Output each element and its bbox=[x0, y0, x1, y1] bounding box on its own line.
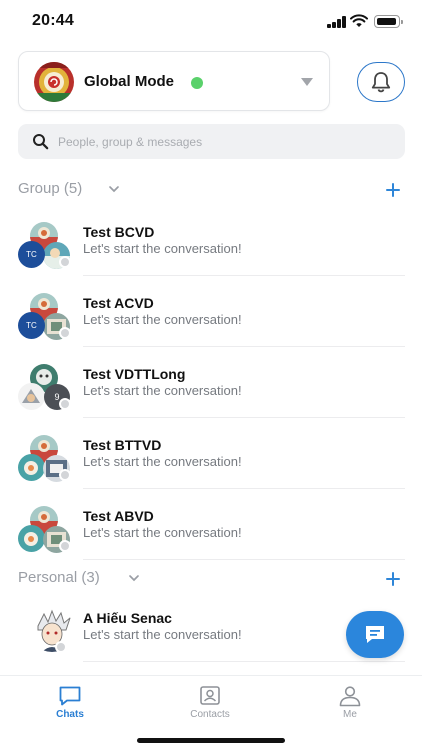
message-icon bbox=[366, 626, 384, 643]
personal-section-title: Personal (3) bbox=[18, 569, 100, 586]
group-avatar bbox=[18, 506, 76, 558]
row-divider bbox=[83, 661, 405, 662]
member-photo-icon bbox=[18, 383, 45, 410]
chat-row[interactable]: Test ABVD Let's start the conversation! bbox=[0, 502, 422, 573]
status-bar: 20:44 bbox=[0, 0, 422, 44]
tab-contacts[interactable]: Contacts bbox=[140, 676, 280, 726]
person-icon bbox=[339, 686, 361, 707]
chat-row[interactable]: TC Test ACVD Let's start the conversatio… bbox=[0, 289, 422, 360]
user-avatar bbox=[18, 608, 76, 660]
chat-row[interactable]: Test BTTVD Let's start the conversation! bbox=[0, 431, 422, 502]
search-input[interactable] bbox=[58, 124, 388, 159]
mode-selector[interactable]: Global Mode bbox=[18, 51, 330, 111]
status-time: 20:44 bbox=[32, 12, 74, 29]
online-status-dot bbox=[191, 77, 203, 89]
member-initials: TC bbox=[18, 312, 45, 339]
group-avatar: TC bbox=[18, 222, 76, 274]
chat-row[interactable]: 9 Test VDTTLong Let's start the conversa… bbox=[0, 360, 422, 431]
member-photo-icon bbox=[18, 525, 45, 552]
member-photo-icon bbox=[18, 454, 45, 481]
chat-name: Test VDTTLong bbox=[83, 366, 186, 382]
tab-chats[interactable]: Chats bbox=[0, 676, 140, 726]
presence-dot bbox=[59, 327, 71, 339]
group-avatar: TC bbox=[18, 293, 76, 345]
personal-section-header[interactable]: Personal (3) bbox=[18, 567, 405, 591]
chat-preview: Let's start the conversation! bbox=[83, 525, 242, 540]
row-divider bbox=[83, 417, 405, 418]
row-divider bbox=[83, 275, 405, 276]
chat-name: Test ABVD bbox=[83, 508, 154, 524]
workspace-logo-icon bbox=[34, 62, 74, 102]
chat-name: Test BCVD bbox=[83, 224, 155, 240]
presence-dot bbox=[59, 540, 71, 552]
group-section-title: Group (5) bbox=[18, 180, 83, 197]
chat-preview: Let's start the conversation! bbox=[83, 241, 242, 256]
chevron-down-icon[interactable] bbox=[108, 183, 120, 195]
chat-name: Test ACVD bbox=[83, 295, 154, 311]
user-photo-icon bbox=[30, 608, 74, 652]
tab-label: Contacts bbox=[190, 709, 230, 720]
row-divider bbox=[83, 488, 405, 489]
add-group-button[interactable] bbox=[381, 178, 405, 202]
home-indicator[interactable] bbox=[137, 738, 285, 743]
dropdown-caret-icon[interactable] bbox=[301, 78, 313, 86]
tab-label: Chats bbox=[56, 709, 84, 720]
mode-label: Global Mode bbox=[84, 73, 174, 90]
group-avatar: 9 bbox=[18, 364, 76, 416]
search-bar[interactable] bbox=[18, 124, 405, 159]
row-divider bbox=[83, 559, 405, 560]
battery-icon bbox=[374, 15, 403, 28]
signal-icon bbox=[327, 16, 347, 28]
presence-dot bbox=[59, 398, 71, 410]
group-avatar bbox=[18, 435, 76, 487]
new-message-button[interactable] bbox=[346, 611, 404, 658]
chat-icon bbox=[59, 686, 81, 706]
chat-preview: Let's start the conversation! bbox=[83, 383, 242, 398]
presence-dot bbox=[55, 641, 67, 653]
chat-row[interactable]: TC Test BCVD Let's start the conversatio… bbox=[0, 218, 422, 289]
chat-preview: Let's start the conversation! bbox=[83, 312, 242, 327]
chat-name: A Hiếu Senac bbox=[83, 610, 172, 626]
add-personal-chat-button[interactable] bbox=[381, 567, 405, 591]
chat-preview: Let's start the conversation! bbox=[83, 627, 242, 642]
chevron-down-icon[interactable] bbox=[128, 572, 140, 584]
search-icon bbox=[33, 134, 49, 150]
chat-name: Test BTTVD bbox=[83, 437, 162, 453]
notifications-button[interactable] bbox=[357, 62, 405, 102]
tab-label: Me bbox=[343, 709, 357, 720]
row-divider bbox=[83, 346, 405, 347]
bell-icon bbox=[371, 72, 391, 93]
group-section-header[interactable]: Group (5) bbox=[18, 178, 405, 202]
wifi-icon bbox=[350, 14, 368, 27]
presence-dot bbox=[59, 469, 71, 481]
presence-dot bbox=[59, 256, 71, 268]
chat-preview: Let's start the conversation! bbox=[83, 454, 242, 469]
member-initials: TC bbox=[18, 241, 45, 268]
tab-me[interactable]: Me bbox=[280, 676, 420, 726]
contacts-icon bbox=[200, 686, 220, 705]
